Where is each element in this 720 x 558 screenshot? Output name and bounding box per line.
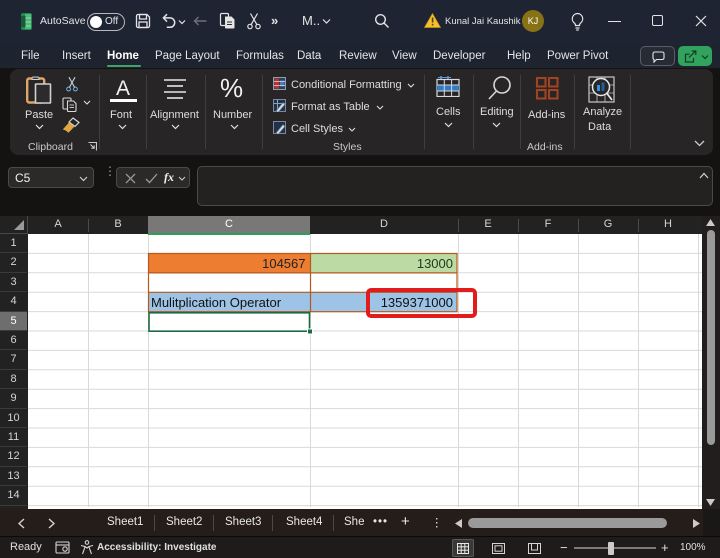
svg-text:104567: 104567 — [262, 256, 305, 271]
svg-text:13000: 13000 — [417, 256, 453, 271]
svg-text:1359371000: 1359371000 — [381, 295, 453, 310]
svg-text:Mulitplication Operator: Mulitplication Operator — [151, 295, 282, 310]
svg-text:A: A — [116, 77, 130, 100]
